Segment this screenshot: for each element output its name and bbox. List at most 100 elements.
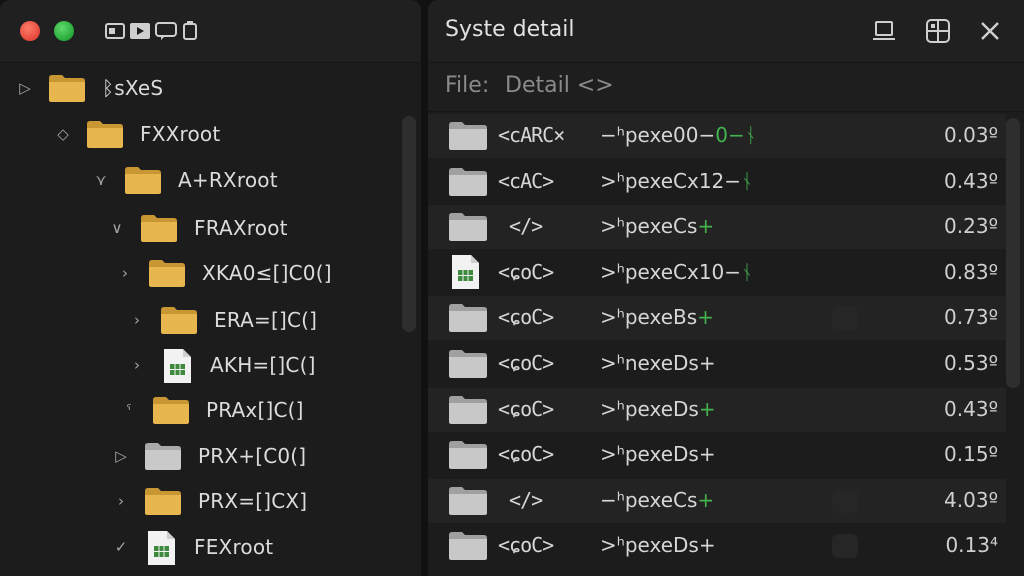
file-type-main: >ʰnexeDs+	[600, 351, 716, 375]
file-size: 0.53º	[944, 351, 998, 375]
file-row[interactable]: <ɕoC> >ʰpexeCx10−ᚾ 0.83º	[428, 251, 1006, 295]
file-size: 0.03º	[944, 123, 998, 147]
expand-chevron-icon[interactable]: ›	[128, 356, 146, 374]
play-icon[interactable]	[129, 21, 151, 41]
tree-item[interactable]: › PRX=[]CX]	[112, 479, 307, 523]
tree-item[interactable]: ∨ FRAXroot	[108, 206, 288, 250]
file-list-scrollbar[interactable]	[1006, 118, 1020, 388]
chat-icon[interactable]	[154, 21, 178, 41]
folder-icon	[448, 210, 488, 246]
folder-icon	[448, 301, 488, 337]
folder-icon	[140, 213, 178, 243]
file-size: 0.15º	[944, 442, 998, 467]
tree-scrollbar[interactable]	[402, 116, 416, 332]
close-icon[interactable]	[976, 17, 1004, 45]
file-size: 0.43º	[944, 396, 998, 421]
tree-item[interactable]: › XKA0≤[]C0(]	[116, 251, 332, 295]
file-row[interactable]: <cARC× −ʰpexe00−0−ᚾ 0.03º	[428, 114, 1006, 158]
folder-icon	[448, 529, 488, 565]
right-titlebar: Syste detail	[428, 0, 1024, 63]
expand-chevron-icon[interactable]: ◇	[54, 125, 72, 143]
file-name: <ɕoC>	[498, 533, 554, 558]
file-name: <cAC>	[498, 168, 554, 193]
tree-item[interactable]: › ERA=[]C(]	[128, 298, 317, 342]
expand-chevron-icon[interactable]: ▷	[16, 79, 34, 97]
status-indicator	[832, 488, 858, 513]
folder-view-icon[interactable]	[104, 21, 126, 41]
file-type: >ʰpexeDs+	[600, 442, 716, 466]
detail-panel: Syste detail File: Detail <> <cARC× −ʰpe…	[428, 0, 1024, 576]
tree-item-label: AKH=[]C(]	[210, 353, 316, 377]
file-type-main: >ʰpexeDs	[600, 396, 699, 421]
file-type: >ʰpexeCx12−ᚾ	[600, 169, 753, 193]
file-name: <ɕoC>	[498, 396, 554, 421]
tree-item-label: ᛒsXeS	[102, 76, 164, 100]
tree-item[interactable]: ⋎ A+RXroot	[92, 158, 278, 202]
file-type-accent: +	[697, 214, 715, 239]
file-size: 0.83º	[944, 259, 998, 284]
expand-chevron-icon[interactable]: ∨	[108, 219, 126, 237]
tree-item-label: A+RXroot	[178, 168, 278, 192]
file-type-main: >ʰpexeDs+	[600, 442, 716, 467]
grid-view-icon[interactable]	[924, 17, 952, 45]
folder-icon	[448, 484, 488, 520]
expand-chevron-icon[interactable]: ✓	[112, 538, 130, 556]
file-name: <ɕoC>	[498, 442, 554, 467]
file-type: −ʰpexe00−0−ᚾ	[600, 123, 757, 147]
file-row[interactable]: </> >ʰpexeCs+ 0.23º	[428, 205, 1006, 250]
file-row[interactable]: <ɕoC> >ʰpexeBs+ 0.73º	[428, 296, 1006, 341]
file-name: <cARC×	[498, 123, 565, 147]
folder-icon	[124, 165, 162, 195]
file-type: >ʰpexeDs+	[600, 533, 716, 557]
file-name: </>	[498, 214, 543, 239]
file-size: 0.73º	[944, 305, 998, 330]
expand-chevron-icon[interactable]: ›	[116, 264, 134, 282]
folder-icon	[48, 73, 86, 103]
file-size: 0.23º	[944, 214, 998, 239]
folder-tree-panel: ▷ ᛒsXeS ◇ FXXroot ⋎ A+RXroot ∨ FRAXroot › XK…	[0, 0, 421, 576]
file-size: 0.13⁴	[945, 533, 998, 558]
tree-item[interactable]: › AKH=[]C(]	[128, 343, 316, 387]
file-row[interactable]: <ɕoC> >ʰpexeDs+ 0.15º	[428, 433, 1006, 477]
tree-item[interactable]: ▷ PRX+[C0(]	[112, 434, 306, 478]
file-row[interactable]: <ɕoC> >ʰpexeDs+ 0.13⁴	[428, 524, 1006, 568]
file-name: <ɕoC>	[498, 259, 554, 284]
maximize-window-button[interactable]	[54, 21, 74, 41]
path-label: File:	[445, 73, 490, 98]
expand-chevron-icon[interactable]: ›	[128, 311, 146, 329]
path-value[interactable]: Detail <>	[505, 73, 614, 98]
file-type-accent: ᚾ	[741, 259, 754, 284]
tree-item[interactable]: ▷ ᛒsXeS	[16, 66, 163, 110]
folder-icon	[448, 393, 488, 429]
folder-icon	[152, 395, 190, 425]
expand-chevron-icon[interactable]: ˤ	[120, 401, 138, 419]
file-type-accent: +	[697, 487, 715, 512]
file-type-main: −ʰpexe00−	[600, 123, 716, 147]
file-type-accent: 0−ᚾ	[715, 123, 757, 147]
file-row[interactable]: </> −ʰpexeCs+ 4.03º	[428, 478, 1006, 523]
spreadsheet-file-icon	[160, 348, 194, 383]
file-row[interactable]: <ɕoC> >ʰnexeDs+ 0.53º	[428, 342, 1006, 386]
device-icon[interactable]	[181, 21, 199, 41]
left-titlebar	[0, 0, 421, 63]
file-row[interactable]: <ɕoC> >ʰpexeDs+ 0.43º	[428, 387, 1006, 432]
folder-icon	[448, 165, 488, 201]
laptop-icon[interactable]	[870, 17, 898, 45]
file-type: −ʰpexeCs+	[600, 488, 714, 512]
file-size: 0.43º	[944, 168, 998, 193]
tree-item-label: ERA=[]C(]	[214, 308, 318, 332]
file-type-main: >ʰpexeCx12−	[600, 168, 742, 193]
status-indicator	[832, 306, 858, 331]
file-type: >ʰpexeCs+	[600, 214, 714, 238]
close-window-button[interactable]	[20, 21, 40, 41]
expand-chevron-icon[interactable]: ▷	[112, 447, 130, 465]
expand-chevron-icon[interactable]: ›	[112, 492, 130, 510]
tree-item[interactable]: ˤ PRAx[]C(]	[120, 388, 304, 432]
folder-icon	[144, 441, 182, 471]
file-row[interactable]: <cAC> >ʰpexeCx12−ᚾ 0.43º	[428, 160, 1006, 204]
tree-item[interactable]: ✓ FEXroot	[112, 525, 273, 569]
tree-item[interactable]: ◇ FXXroot	[54, 112, 220, 156]
file-type-main: >ʰpexeDs+	[600, 533, 716, 558]
file-type-main: −ʰpexeCs	[600, 487, 698, 512]
expand-chevron-icon[interactable]: ⋎	[92, 171, 110, 189]
